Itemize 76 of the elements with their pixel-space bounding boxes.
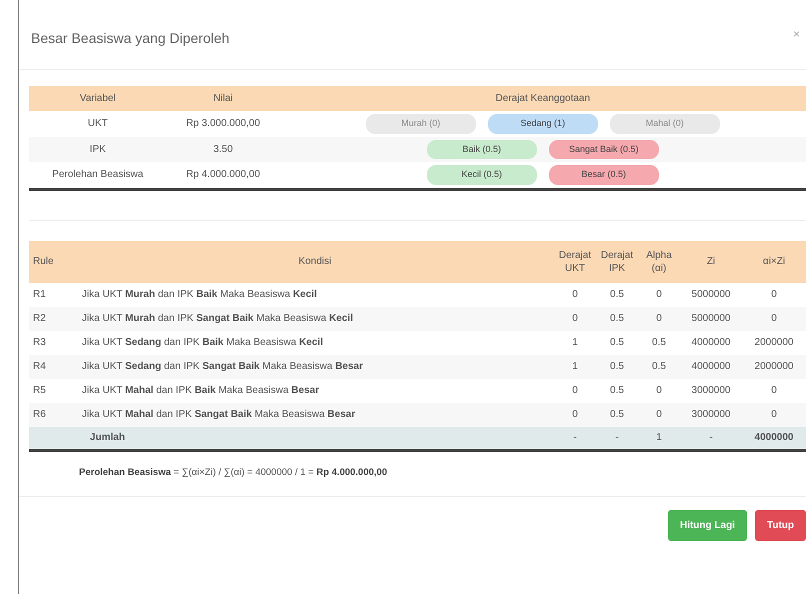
recalculate-button[interactable]: Hitung Lagi [668,510,747,542]
table-cell: 4000000 [754,432,794,444]
table-cell: IPK [29,136,166,162]
column-header: Derajat UKT [554,240,596,282]
table-cell: - [709,432,713,444]
membership-badge: Sedang (1) [488,114,598,134]
column-header: Alpha (αi) [638,240,680,282]
close-button[interactable]: Tutup [754,510,806,542]
table-cell: - [573,432,577,444]
column-header: Derajat Keanggotaan [280,86,806,111]
column-header: Nilai [166,86,280,111]
membership-badge: Kecil (0.5) [426,165,537,184]
table-cell: 0 [656,289,662,300]
table-cell: R1 [33,289,46,300]
membership-badge: Baik (0.5) [426,140,537,159]
table-cell: R5 [33,385,46,396]
table-cell: R6 [33,409,46,420]
column-header: Rule [29,240,76,282]
membership-badge: Murah (0) [366,114,476,134]
table-cell: 2000000 [754,361,794,372]
table-cell: R2 [33,313,46,324]
table-cell: 0 [656,313,662,324]
table-cell: 1 [572,361,578,372]
table-cell: 5000000 [692,313,730,324]
table-cell: 0 [656,385,662,396]
column-header: αi×Zi [742,240,806,282]
table-cell: R4 [33,361,46,372]
membership-badge: Sangat Baik (0.5) [548,140,659,159]
table-cell: 3.50 [166,136,280,162]
table-cell: 4000000 [692,361,730,372]
table-cell: 0 [572,409,578,420]
table-cell: Rp 4.000.000,00 [166,162,280,189]
table-cell: 0 [572,385,578,396]
table-cell: 0.5 [652,337,666,348]
column-header: Kondisi [76,240,554,282]
modal-title: Besar Beasiswa yang Diperoleh [31,29,230,48]
column-header: Variabel [29,86,166,111]
close-button[interactable]: × [792,28,800,40]
table-cell: 0.5 [610,361,624,372]
table-cell: 0.5 [652,361,666,372]
table-cell: 0 [771,385,777,396]
table-cell: 3000000 [692,385,730,396]
table-cell: 2000000 [754,337,794,348]
table-cell: Perolehan Beasiswa [29,162,166,189]
table-cell: Jika UKT Murah dan IPK Baik Maka Beasiswa Kecil [82,289,317,300]
table-cell: 5000000 [692,289,730,300]
column-header: Derajat IPK [596,240,638,282]
table-cell: Jika UKT Mahal dan IPK Baik Maka Beasiswa Besar [82,385,320,396]
table-cell: R3 [33,337,46,348]
table-cell: Rp 3.000.000,00 [166,111,280,136]
table-cell: 1 [572,337,578,348]
formula-text: Perolehan Beasiswa = ∑(αi×Zi) / ∑(αi) = 4000000 / 1 = Rp 4.000.000,00 [79,467,388,478]
table-cell: - [615,432,619,444]
table-cell: 3000000 [692,409,730,420]
table-cell: Jika UKT Murah dan IPK Sangat Baik Maka Beasiswa Kecil [82,313,353,324]
table-cell: 0 [656,409,662,420]
membership-badge: Mahal (0) [610,114,720,134]
table-cell: 0 [771,289,777,300]
table-cell: 0 [771,313,777,324]
table-cell: 0 [572,313,578,324]
table-cell: 1 [656,432,662,444]
table-cell: Jika UKT Mahal dan IPK Sangat Baik Maka Beasiswa Besar [82,409,356,420]
column-header: Zi [680,240,742,282]
table-cell: 0.5 [610,289,624,300]
table-cell: Jika UKT Sedang dan IPK Sangat Baik Maka Beasiswa Besar [82,361,364,372]
table-cell: Jika UKT Sedang dan IPK Baik Maka Beasiswa Kecil [82,337,323,348]
table-cell: 0.5 [610,409,624,420]
membership-badge: Besar (0.5) [548,165,659,184]
table-cell: 0 [572,289,578,300]
table-cell: 0.5 [610,313,624,324]
table-cell-text: Jumlah [88,432,125,444]
table-cell: 0 [771,409,777,420]
table-cell: 0.5 [610,337,624,348]
table-cell: 4000000 [692,337,730,348]
table-cell: UKT [29,111,166,136]
table-cell: 0.5 [610,385,624,396]
